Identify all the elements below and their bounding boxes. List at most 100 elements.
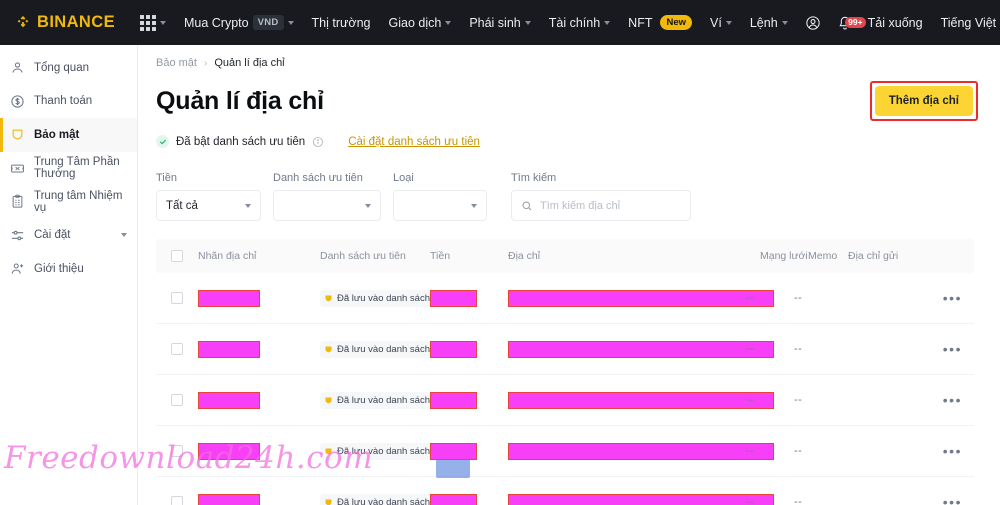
- table-row[interactable]: Đã lưu vào danh sách ưu tiên -- -- •••: [156, 375, 974, 426]
- nav-mua-crypto[interactable]: Mua Crypto VND: [175, 0, 303, 45]
- row-actions-button[interactable]: •••: [943, 494, 962, 505]
- shield-icon: [325, 295, 332, 301]
- chevron-down-icon: [524, 20, 531, 25]
- chevron-down-icon: [604, 20, 611, 25]
- row-select-cell: [156, 343, 198, 355]
- redacted-value: [508, 442, 774, 460]
- main-content: Bảo mật › Quản lí địa chỉ Quản lí địa ch…: [138, 45, 1000, 505]
- nav-giao-dich[interactable]: Giao dịch: [380, 0, 461, 45]
- cell-memo: --: [794, 445, 803, 457]
- sidebar-item-gioi-thieu[interactable]: Giới thiệu: [0, 252, 137, 286]
- row-checkbox[interactable]: [171, 394, 183, 406]
- download-link[interactable]: Tải xuống: [859, 0, 932, 45]
- cell-address: [508, 289, 774, 307]
- top-navbar: BINANCE Mua Crypto VND Thị trường Giao d…: [0, 0, 1000, 45]
- sidebar-item-label: Bảo mật: [34, 128, 80, 141]
- whitelist-select[interactable]: [273, 190, 381, 221]
- profile-button[interactable]: [797, 15, 829, 31]
- row-actions-button[interactable]: •••: [943, 341, 962, 357]
- filter-coin: Tiền Tất cả: [156, 172, 261, 221]
- sidebar-item-label: Cài đặt: [34, 229, 71, 242]
- redacted-value: [508, 289, 774, 307]
- coin-select[interactable]: Tất cả: [156, 190, 261, 221]
- user-circle-icon: [805, 15, 820, 30]
- shield-icon: [325, 397, 332, 403]
- sidebar-item-cai-dat[interactable]: Cài đặt: [0, 219, 137, 253]
- row-actions-button[interactable]: •••: [943, 392, 962, 408]
- info-icon[interactable]: [312, 136, 324, 148]
- header-source-address: Địa chỉ gửi: [848, 250, 899, 262]
- language-selector[interactable]: Tiếng Việt: [932, 0, 1000, 45]
- nav-thi-truong[interactable]: Thị trường: [303, 0, 380, 45]
- select-all-checkbox[interactable]: [171, 250, 183, 262]
- ticket-icon: [11, 164, 24, 173]
- nav-tai-chinh[interactable]: Tài chính: [540, 0, 619, 45]
- type-select[interactable]: [393, 190, 487, 221]
- clipboard-icon: [12, 195, 23, 208]
- cell-memo: --: [794, 292, 803, 304]
- header-address-label: Nhãn địa chỉ: [198, 250, 257, 262]
- page-body: Tổng quan Thanh toán Bảo mật Trung Tâm P…: [0, 45, 1000, 505]
- header-address: Địa chỉ: [508, 250, 541, 262]
- binance-diamond-icon: [17, 15, 29, 27]
- row-checkbox[interactable]: [171, 445, 183, 457]
- table-row[interactable]: Đã lưu vào danh sách ưu tiên -- -- •••: [156, 273, 974, 324]
- chevron-down-icon: [287, 20, 294, 25]
- nav-label: Lệnh: [749, 15, 778, 30]
- row-select-cell: [156, 292, 198, 304]
- cell-address-label: [198, 340, 320, 358]
- search-box[interactable]: [511, 190, 691, 221]
- breadcrumb-parent[interactable]: Bảo mật: [156, 57, 197, 69]
- redacted-value: [430, 442, 477, 460]
- redacted-value: [508, 493, 774, 505]
- whitelist-status-row: Đã bật danh sách ưu tiên Cài đặt danh sá…: [156, 135, 978, 148]
- row-actions-button[interactable]: •••: [943, 290, 962, 306]
- redacted-value: [430, 289, 477, 307]
- table-row[interactable]: Đã lưu vào danh sách ưu tiên -- -- •••: [156, 426, 974, 478]
- nav-phai-sinh[interactable]: Phái sinh: [460, 0, 539, 45]
- chevron-down-icon: [121, 233, 127, 238]
- add-address-button[interactable]: Thêm địa chỉ: [874, 86, 973, 116]
- row-actions-button[interactable]: •••: [943, 443, 962, 459]
- sidebar-item-thanh-toan[interactable]: Thanh toán: [0, 85, 137, 119]
- cell-whitelist: Đã lưu vào danh sách ưu tiên: [320, 493, 469, 505]
- download-label: Tải xuống: [867, 15, 923, 30]
- cell-address: [508, 340, 774, 358]
- nav-label: Mua Crypto: [183, 15, 249, 30]
- binance-logo[interactable]: BINANCE: [14, 13, 115, 32]
- header-coin: Tiền: [430, 250, 451, 262]
- cell-address: [508, 391, 774, 409]
- row-checkbox[interactable]: [171, 343, 183, 355]
- row-checkbox[interactable]: [171, 292, 183, 304]
- redacted-value: [198, 391, 260, 409]
- check-circle-icon: [156, 135, 169, 148]
- cell-memo: --: [794, 496, 803, 505]
- row-select-cell: [156, 394, 198, 406]
- cell-coin: [430, 340, 508, 358]
- chevron-down-icon: [725, 20, 732, 25]
- row-checkbox[interactable]: [171, 496, 183, 505]
- select-all-cell: [156, 250, 198, 262]
- search-input[interactable]: [540, 199, 681, 212]
- table-row[interactable]: Đã lưu vào danh sách ưu tiên -- -- •••: [156, 477, 974, 505]
- sidebar-item-bao-mat[interactable]: Bảo mật: [0, 118, 137, 152]
- apps-grid-button[interactable]: [131, 0, 175, 45]
- table-row[interactable]: Đã lưu vào danh sách ưu tiên -- -- •••: [156, 324, 974, 375]
- nav-label: Tài chính: [548, 15, 601, 30]
- add-address-highlight-box: Thêm địa chỉ: [869, 81, 978, 121]
- cell-address-label: [198, 442, 320, 460]
- apps-grid-icon: [139, 14, 156, 31]
- nav-nft[interactable]: NFT New: [619, 0, 701, 45]
- sidebar-item-trung-tam-phan-thuong[interactable]: Trung Tâm Phần Thưởng: [0, 152, 137, 186]
- nav-lenh-orders[interactable]: Lệnh: [741, 0, 797, 45]
- chevron-down-icon: [781, 20, 788, 25]
- nav-vi-wallet[interactable]: Ví: [701, 0, 741, 45]
- cell-memo: --: [794, 343, 803, 355]
- filter-type-label: Loại: [393, 172, 414, 184]
- whitelist-settings-link[interactable]: Cài đặt danh sách ưu tiên: [348, 136, 480, 148]
- cell-coin: [430, 493, 508, 505]
- sidebar-item-tong-quan[interactable]: Tổng quan: [0, 51, 137, 85]
- notifications-button[interactable]: 99+: [829, 15, 867, 31]
- left-sidebar: Tổng quan Thanh toán Bảo mật Trung Tâm P…: [0, 45, 138, 505]
- sidebar-item-trung-tam-nhiem-vu[interactable]: Trung tâm Nhiệm vụ: [0, 185, 137, 219]
